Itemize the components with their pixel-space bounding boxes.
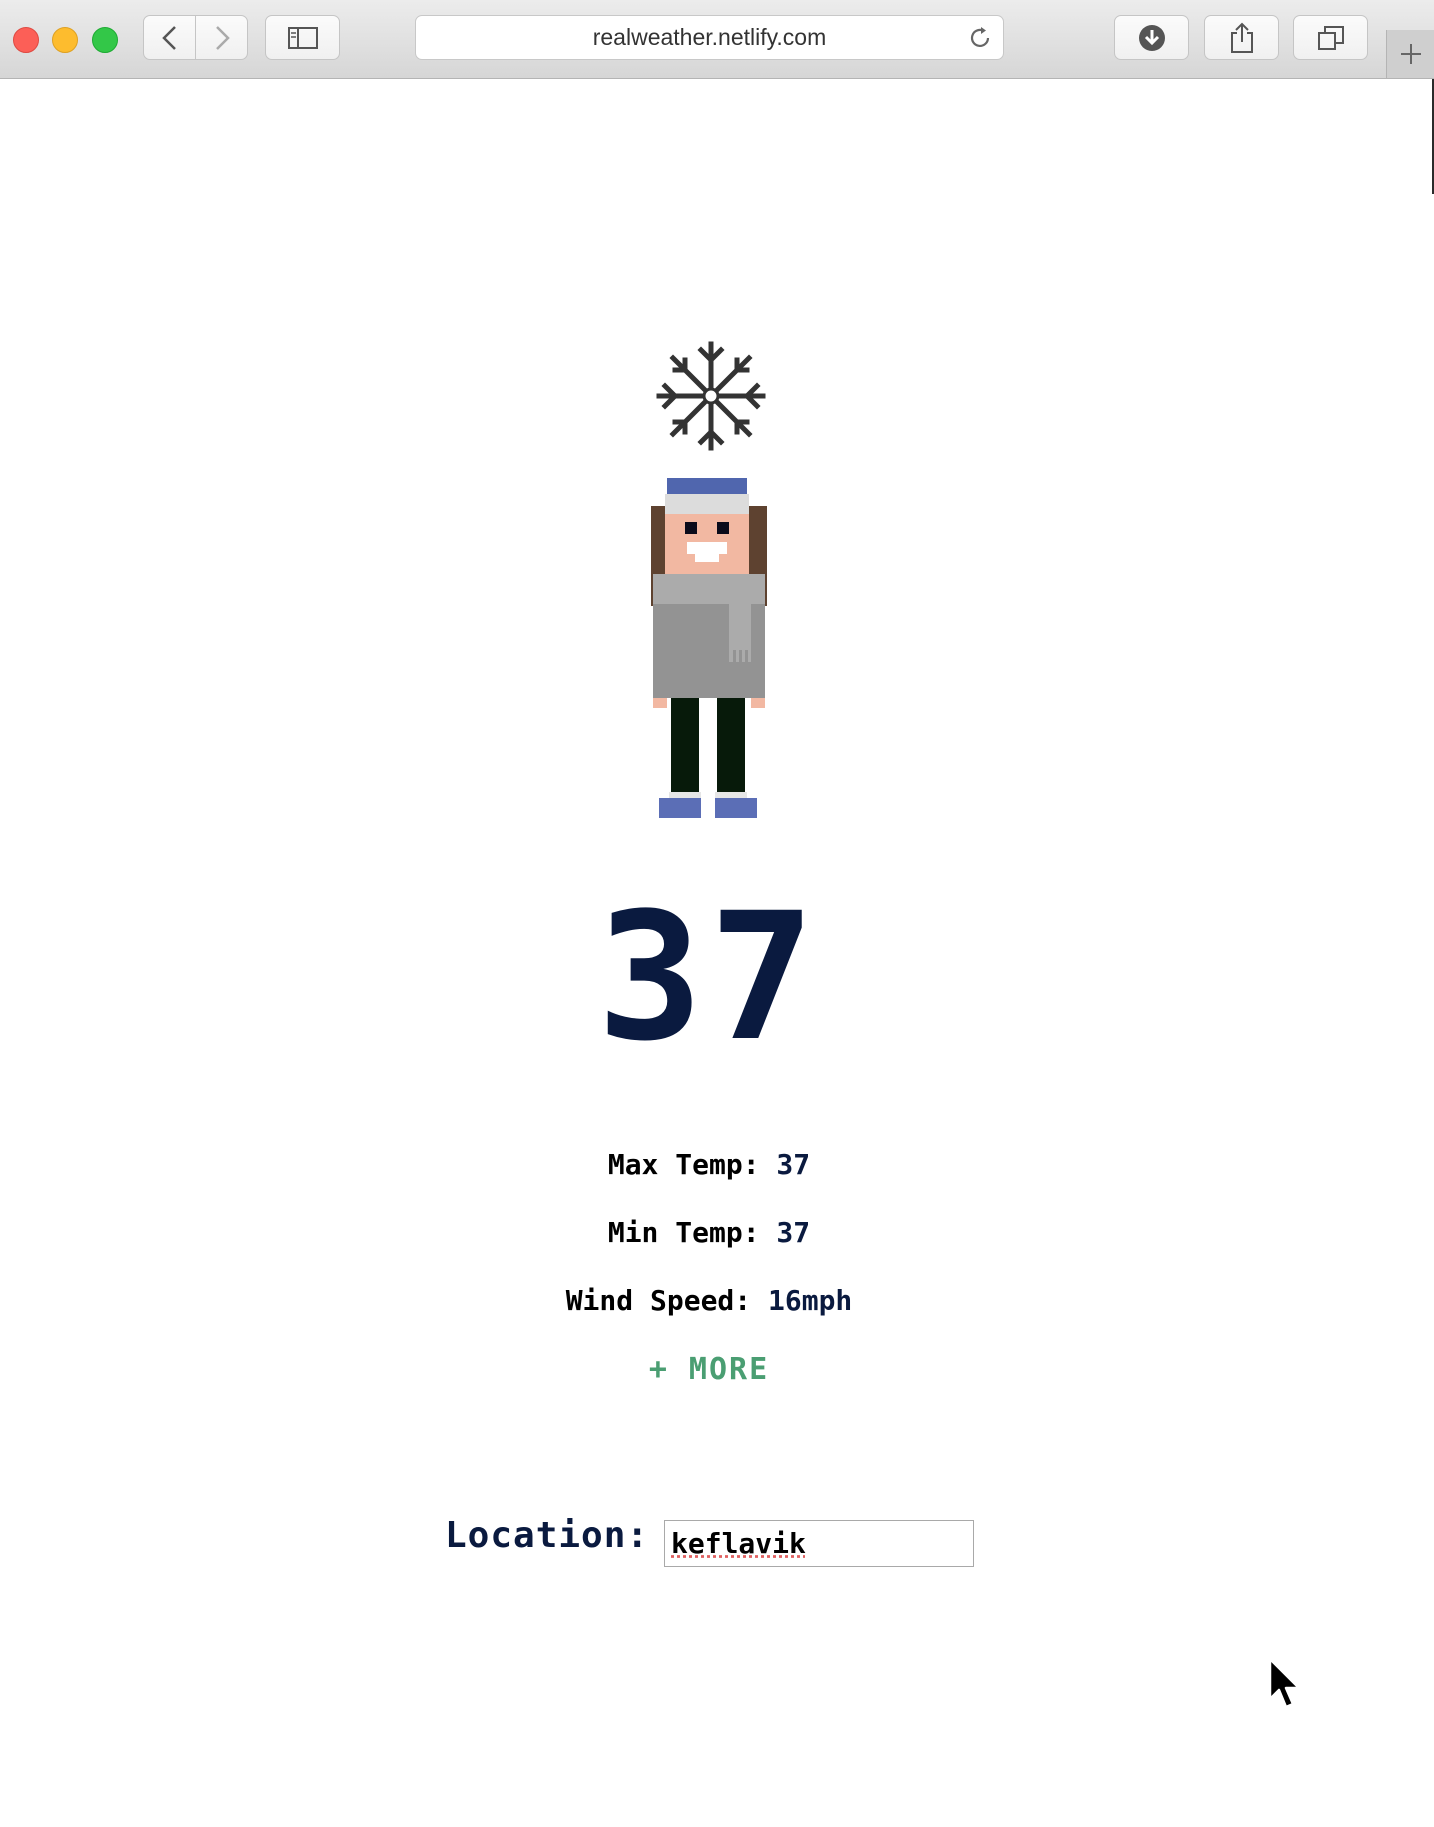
max-temp-row: Max Temp: 37 <box>0 1148 1418 1181</box>
wind-speed-row: Wind Speed: 16mph <box>0 1284 1418 1317</box>
browser-toolbar: realweather.netlify.com <box>0 0 1434 79</box>
new-tab-button[interactable] <box>1386 30 1434 78</box>
share-icon <box>1230 22 1253 53</box>
back-button[interactable] <box>143 15 196 60</box>
minimize-window-button[interactable] <box>52 27 78 53</box>
download-icon <box>1138 24 1165 51</box>
reload-icon[interactable] <box>967 25 993 51</box>
chevron-right-icon <box>215 25 230 50</box>
min-temp-label: Min Temp: <box>607 1216 760 1249</box>
min-temp-row: Min Temp: 37 <box>0 1216 1418 1249</box>
character-illustration <box>651 478 767 818</box>
current-temperature: 37 <box>597 875 821 1080</box>
forward-button[interactable] <box>195 15 248 60</box>
chevron-left-icon <box>161 25 176 50</box>
max-temp-label: Max Temp: <box>607 1148 760 1181</box>
plus-icon <box>1401 44 1421 64</box>
wind-speed-label: Wind Speed: <box>565 1284 752 1317</box>
max-temp-value: 37 <box>776 1148 811 1181</box>
more-details-button[interactable]: + MORE <box>0 1352 1418 1387</box>
share-button[interactable] <box>1204 15 1279 60</box>
wind-speed-value: 16mph <box>768 1284 853 1317</box>
location-input[interactable] <box>664 1520 974 1567</box>
snowflake-icon <box>656 341 766 451</box>
address-bar[interactable]: realweather.netlify.com <box>415 15 1004 60</box>
sidebar-icon <box>287 26 318 49</box>
min-temp-value: 37 <box>776 1216 811 1249</box>
sidebar-button[interactable] <box>265 15 340 60</box>
downloads-button[interactable] <box>1114 15 1189 60</box>
tabs-icon <box>1317 25 1344 50</box>
mouse-pointer-icon <box>1268 1657 1301 1709</box>
close-window-button[interactable] <box>13 27 39 53</box>
show-tabs-button[interactable] <box>1293 15 1368 60</box>
zoom-window-button[interactable] <box>92 27 118 53</box>
location-label: Location: <box>445 1515 650 1556</box>
url-text[interactable]: realweather.netlify.com <box>416 16 1003 59</box>
